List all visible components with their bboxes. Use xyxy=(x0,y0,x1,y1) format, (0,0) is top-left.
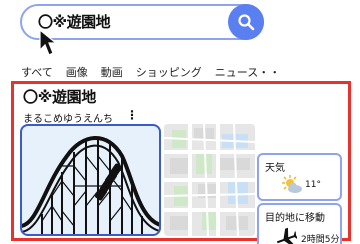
roller-coaster-illustration xyxy=(22,136,159,234)
tab-shopping[interactable]: ショッピング xyxy=(136,64,202,80)
tab-videos[interactable]: 動画 xyxy=(101,64,123,80)
directions-label: 目的地に移動 xyxy=(265,213,325,224)
map-illustration xyxy=(164,124,255,236)
more-options-icon[interactable]: ⋮ xyxy=(126,108,138,122)
weather-card[interactable]: 天気 11° xyxy=(257,153,342,201)
tab-images[interactable]: 画像 xyxy=(66,64,88,80)
knowledge-panel: 〇※遊園地 まるこめゆうえんち ⋮ 天気 11° 目的地に移動 2時間5分 xyxy=(11,81,351,244)
tab-all[interactable]: すべて xyxy=(21,64,53,80)
panel-title: 〇※遊園地 xyxy=(23,88,97,106)
panel-reading: まるこめゆうえんち xyxy=(23,114,113,125)
search-tabs: すべて 画像 動画 ショッピング ニュース・・ xyxy=(21,64,293,80)
roller-coaster-image[interactable] xyxy=(20,124,161,236)
partly-sunny-icon xyxy=(282,175,302,193)
mouse-cursor-icon xyxy=(39,28,58,56)
search-button[interactable] xyxy=(228,4,264,40)
tab-news[interactable]: ニュース・・ xyxy=(215,64,280,80)
travel-time: 2時間5分 xyxy=(301,235,340,244)
map-thumbnail[interactable] xyxy=(164,124,255,236)
airplane-icon xyxy=(276,227,297,244)
weather-temperature: 11° xyxy=(305,180,321,190)
search-icon xyxy=(238,14,255,31)
directions-card[interactable]: 目的地に移動 2時間5分 xyxy=(257,203,342,244)
weather-label: 天気 xyxy=(265,163,285,174)
